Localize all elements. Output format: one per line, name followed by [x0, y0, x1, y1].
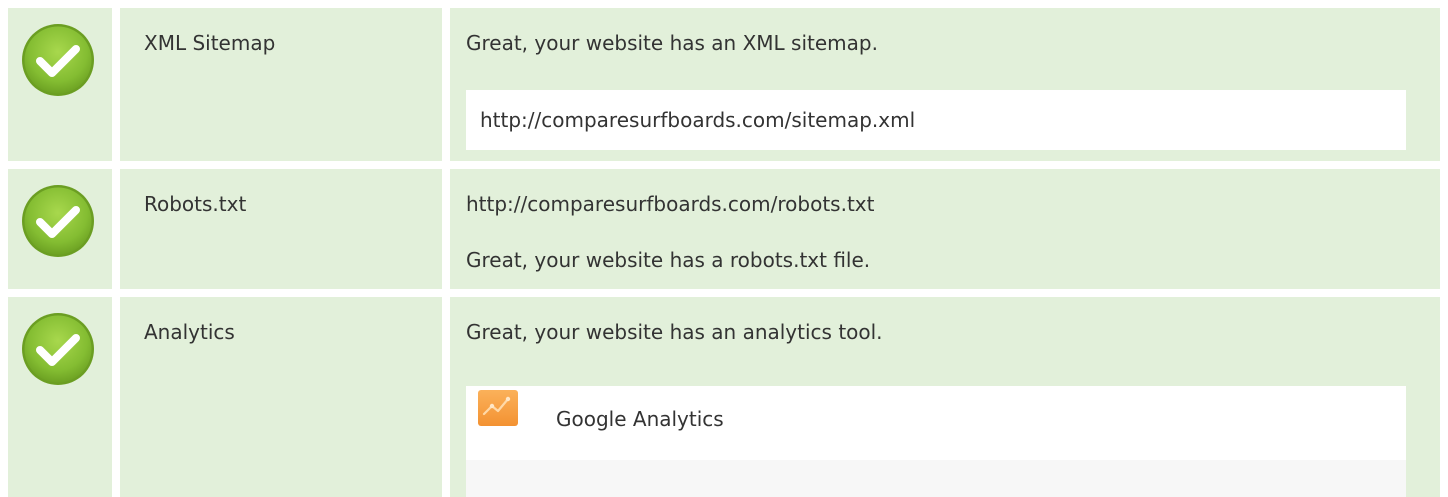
result-message: Great, your website has an analytics too… [466, 320, 883, 344]
analytics-tool-box: Google Analytics [466, 386, 1406, 497]
google-analytics-icon [478, 390, 518, 426]
check-result-cell: http://comparesurfboards.com/robots.txt … [450, 169, 1440, 289]
robots-url[interactable]: http://comparesurfboards.com/robots.txt [466, 189, 874, 219]
check-name: Robots.txt [144, 192, 247, 216]
check-row-xml-sitemap: XML Sitemap Great, your website has an X… [8, 8, 1440, 161]
sitemap-url-box: http://comparesurfboards.com/sitemap.xml [466, 90, 1406, 150]
status-cell [8, 8, 112, 161]
check-name-cell: Analytics [120, 297, 442, 497]
check-result-cell: Great, your website has an XML sitemap. … [450, 8, 1440, 161]
result-message: Great, your website has an XML sitemap. [466, 31, 878, 55]
analytics-tool-details [466, 460, 1406, 497]
result-message: Great, your website has a robots.txt fil… [466, 248, 871, 272]
check-result-cell: Great, your website has an analytics too… [450, 297, 1440, 497]
status-cell [8, 297, 112, 497]
check-icon [22, 24, 94, 96]
sitemap-url[interactable]: http://comparesurfboards.com/sitemap.xml [480, 90, 915, 150]
check-icon [22, 313, 94, 385]
check-row-robots-txt: Robots.txt http://comparesurfboards.com/… [8, 169, 1440, 289]
check-row-analytics: Analytics Great, your website has an ana… [8, 297, 1440, 497]
check-icon [22, 185, 94, 257]
analytics-tool-name: Google Analytics [556, 407, 724, 431]
check-name-cell: Robots.txt [120, 169, 442, 289]
status-cell [8, 169, 112, 289]
check-name-cell: XML Sitemap [120, 8, 442, 161]
check-name: XML Sitemap [144, 31, 276, 55]
check-name: Analytics [144, 320, 235, 344]
